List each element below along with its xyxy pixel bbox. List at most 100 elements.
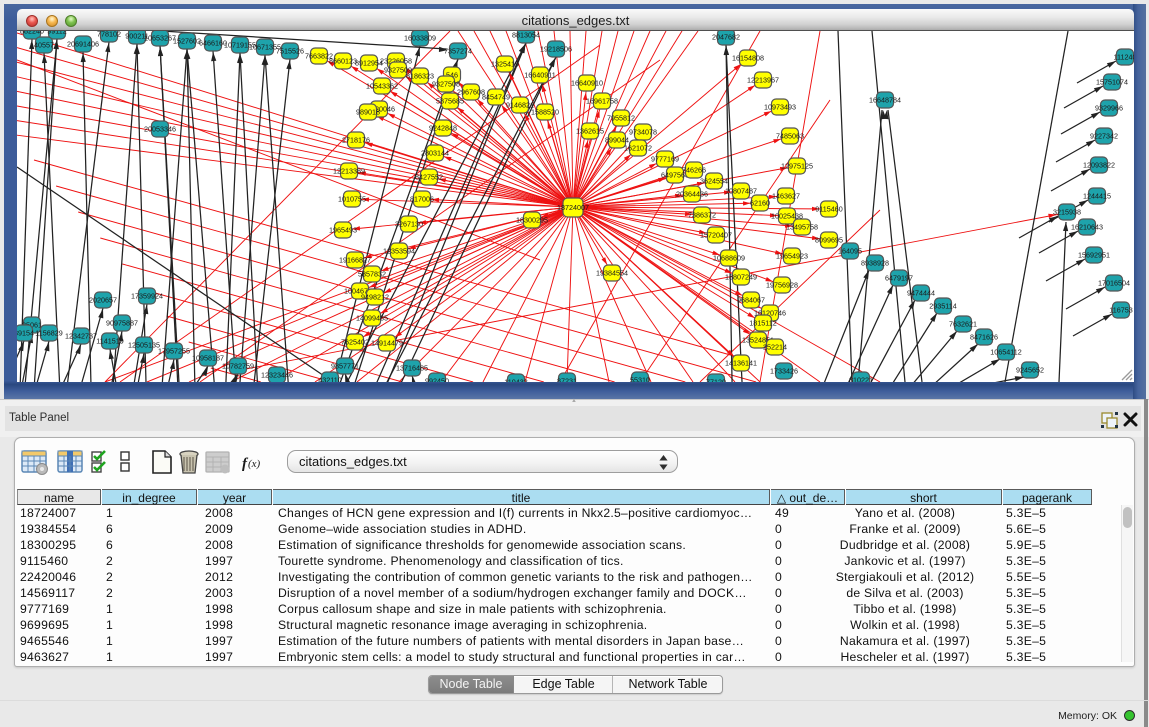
svg-text:19166827: 19166827 — [339, 255, 371, 264]
svg-text:1010755: 1010755 — [338, 194, 366, 203]
svg-text:16648784: 16648784 — [869, 95, 901, 104]
svg-text:10653267: 10653267 — [144, 33, 176, 42]
svg-text:20053346: 20053346 — [144, 124, 176, 133]
svg-text:1405571: 1405571 — [30, 40, 58, 49]
svg-text:16033809: 16033809 — [404, 33, 436, 42]
svg-text:(x): (x) — [248, 458, 261, 470]
svg-text:6466160: 6466160 — [199, 38, 227, 47]
svg-text:9474444: 9474444 — [907, 288, 935, 297]
svg-text:55310: 55310 — [630, 375, 650, 382]
svg-text:10958187: 10958187 — [192, 353, 224, 362]
svg-text:12505135: 12505135 — [128, 340, 160, 349]
svg-text:16961758: 16961758 — [586, 96, 618, 105]
svg-text:7632621: 7632621 — [949, 319, 977, 328]
svg-text:9684067: 9684067 — [737, 295, 765, 304]
svg-text:12342737: 12342737 — [65, 331, 97, 340]
svg-text:1965493: 1965493 — [329, 225, 357, 234]
svg-text:3267130: 3267130 — [395, 219, 423, 228]
svg-text:7625402: 7625402 — [341, 337, 369, 346]
svg-text:746266: 746266 — [682, 165, 706, 174]
svg-text:7515526: 7515526 — [276, 46, 304, 55]
svg-text:10973493: 10973493 — [764, 102, 796, 111]
svg-text:10782759: 10782759 — [222, 361, 254, 370]
svg-text:17016504: 17016504 — [1098, 278, 1130, 287]
svg-text:16210643: 16210643 — [1071, 222, 1103, 231]
svg-text:9327508: 9327508 — [432, 79, 460, 88]
svg-text:817006: 817006 — [410, 194, 434, 203]
svg-text:14914479: 14914479 — [371, 338, 403, 347]
svg-text:20364436: 20364436 — [676, 189, 708, 198]
svg-text:12323446: 12323446 — [261, 370, 293, 379]
svg-text:9242848: 9242848 — [429, 123, 457, 132]
svg-text:1463627: 1463627 — [772, 191, 800, 200]
svg-text:164095: 164095 — [838, 246, 862, 255]
svg-text:19756928: 19756928 — [766, 280, 798, 289]
svg-text:1325419: 1325419 — [491, 59, 519, 68]
svg-text:1621072: 1621072 — [624, 143, 652, 152]
svg-text:14136141: 14136141 — [725, 358, 757, 367]
svg-text:2020657: 2020657 — [89, 295, 117, 304]
svg-text:1362615: 1362615 — [576, 126, 604, 135]
svg-text:99112: 99112 — [47, 31, 66, 35]
svg-text:17359924: 17359924 — [131, 291, 163, 300]
svg-text:8813054: 8813054 — [512, 31, 540, 39]
svg-text:7357274: 7357274 — [444, 46, 472, 55]
svg-text:992450: 992450 — [425, 376, 449, 382]
svg-text:252214: 252214 — [763, 342, 787, 351]
svg-text:2718176: 2718176 — [342, 135, 370, 144]
svg-text:12213389: 12213389 — [333, 166, 365, 175]
svg-text:1141519: 1141519 — [96, 336, 123, 345]
svg-text:9115460: 9115460 — [815, 204, 842, 213]
svg-text:882240: 882240 — [20, 31, 44, 35]
svg-text:10807487: 10807487 — [725, 186, 757, 195]
svg-text:13495758: 13495758 — [786, 222, 818, 231]
svg-text:9777169: 9777169 — [651, 154, 679, 163]
svg-text:77120: 77120 — [706, 377, 726, 382]
svg-text:20691406: 20691406 — [67, 39, 99, 48]
svg-text:116753: 116753 — [1109, 305, 1132, 314]
svg-text:989018: 989018 — [356, 107, 380, 116]
svg-text:778102: 778102 — [97, 31, 121, 38]
svg-text:18724007: 18724007 — [557, 203, 589, 212]
svg-text:15692951: 15692951 — [1078, 250, 1110, 259]
svg-text:2803144: 2803144 — [421, 148, 449, 157]
svg-text:10543362: 10543362 — [366, 81, 398, 90]
svg-text:1156829: 1156829 — [35, 328, 62, 337]
svg-text:18807249: 18807249 — [725, 272, 757, 281]
svg-text:8938928: 8938928 — [861, 258, 889, 267]
svg-text:19218506: 19218506 — [540, 44, 572, 53]
svg-text:111240: 111240 — [1114, 52, 1134, 61]
svg-text:8099695: 8099695 — [815, 235, 843, 244]
svg-text:62160: 62160 — [750, 198, 770, 207]
svg-text:16154808: 16154808 — [732, 53, 764, 62]
svg-text:5857832: 5857832 — [358, 269, 386, 278]
svg-text:9245652: 9245652 — [1016, 365, 1044, 374]
svg-text:110433: 110433 — [504, 377, 527, 382]
svg-text:1588520: 1588520 — [531, 107, 559, 116]
svg-text:3215938: 3215938 — [1053, 207, 1081, 216]
svg-text:16640910: 16640910 — [571, 78, 603, 87]
svg-text:3624554: 3624554 — [700, 176, 728, 185]
svg-text:8427552: 8427552 — [415, 172, 443, 181]
svg-text:2935114: 2935114 — [929, 301, 956, 310]
svg-text:9498212: 9498212 — [361, 292, 389, 301]
svg-text:5875685: 5875685 — [436, 96, 464, 105]
svg-text:8471626: 8471626 — [970, 332, 998, 341]
svg-text:12213967: 12213967 — [747, 75, 779, 84]
svg-text:810221: 810221 — [849, 375, 873, 382]
svg-text:15720407: 15720407 — [700, 230, 732, 239]
svg-text:1244415: 1244415 — [1083, 191, 1111, 200]
svg-text:18300295: 18300295 — [516, 215, 548, 224]
svg-text:15751074: 15751074 — [1096, 77, 1128, 86]
svg-text:7485063: 7485063 — [776, 131, 804, 140]
svg-text:8186323: 8186323 — [406, 71, 434, 80]
svg-text:1527602: 1527602 — [173, 36, 201, 45]
svg-text:39154: 39154 — [17, 328, 34, 337]
svg-text:14099485: 14099485 — [356, 313, 388, 322]
svg-text:2047682: 2047682 — [712, 32, 740, 41]
svg-text:8912954: 8912954 — [355, 58, 383, 67]
svg-text:19654923: 19654923 — [776, 251, 808, 260]
svg-text:12353594: 12353594 — [383, 246, 415, 255]
svg-text:9146821: 9146821 — [506, 100, 534, 109]
svg-text:7955812: 7955812 — [607, 113, 635, 122]
